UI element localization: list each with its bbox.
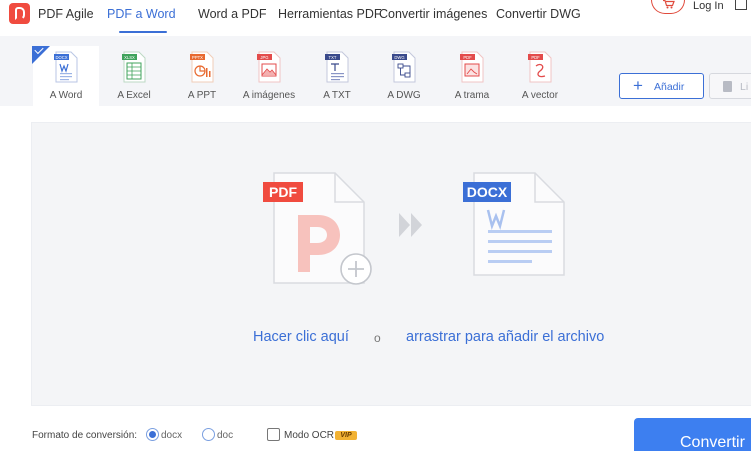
tool-a-dwg[interactable]: DWG A DWG <box>371 46 437 106</box>
nav-pdf-a-word[interactable]: PDF a Word <box>107 7 176 21</box>
trash-icon <box>723 81 732 92</box>
format-doc-label[interactable]: doc <box>217 430 233 441</box>
tool-a-ppt[interactable]: PPTX A PPT <box>169 46 235 106</box>
tool-label: A DWG <box>387 90 421 101</box>
click-to-add-link[interactable]: Hacer clic aquí <box>253 329 349 345</box>
nav-herramientas-pdf[interactable]: Herramientas PDF <box>278 7 382 21</box>
ocr-mode-label[interactable]: Modo OCR <box>284 430 334 441</box>
jpg-file-icon: JPG <box>257 51 281 83</box>
or-separator: o <box>374 331 381 345</box>
tool-label: A trama <box>454 90 490 101</box>
vector-file-icon: PDF <box>528 51 552 83</box>
plus-icon: + <box>633 76 643 95</box>
tool-label: A TXT <box>323 90 351 101</box>
tool-label: A PPT <box>187 90 217 101</box>
vip-badge: VIP <box>335 431 357 440</box>
nav-convertir-imagenes[interactable]: Convertir imágenes <box>379 7 487 21</box>
tool-badge: DWG <box>394 55 404 60</box>
format-doc-radio[interactable] <box>202 428 215 441</box>
tool-badge: DOCX <box>55 55 67 60</box>
clear-list-label: Li <box>740 81 749 93</box>
tool-a-trama[interactable]: PDF A trama <box>439 46 505 106</box>
target-format-badge: DOCX <box>467 184 508 200</box>
cart-icon <box>663 0 675 9</box>
pdf-document-icon: PDF <box>263 172 372 285</box>
tool-badge: PPTX <box>192 55 203 60</box>
tool-a-imagenes[interactable]: JPG A imágenes <box>236 46 302 106</box>
conversion-format-label: Formato de conversión: <box>32 430 138 441</box>
xlsx-file-icon: XLSX <box>122 51 146 83</box>
tool-label: A imágenes <box>242 90 296 101</box>
conversion-tools-bar: DOCX A Word XLSX A Excel PPTX A PPT JPG … <box>0 36 751 106</box>
add-file-label: Añadir <box>654 81 685 93</box>
drag-to-add-text[interactable]: arrastrar para añadir el archivo <box>406 329 604 345</box>
nav-active-underline <box>119 31 167 33</box>
app-logo-icon[interactable] <box>9 3 30 24</box>
convert-label: Convertir <box>680 434 745 451</box>
dwg-file-icon: DWG <box>392 51 416 83</box>
tool-label: A Word <box>49 90 83 101</box>
tool-badge: PDF <box>463 55 472 60</box>
top-nav: PDF Agile PDF a Word Word a PDF Herramie… <box>0 0 751 34</box>
tool-badge: PDF <box>531 55 540 60</box>
raster-file-icon: PDF <box>460 51 484 83</box>
format-docx-radio[interactable] <box>146 428 159 441</box>
tool-label: A Excel <box>117 90 151 101</box>
convert-button[interactable]: Convertir <box>634 418 751 451</box>
tool-a-vector[interactable]: PDF A vector <box>507 46 573 106</box>
message-icon[interactable] <box>735 0 747 10</box>
tool-badge: JPG <box>260 55 268 60</box>
tool-badge: TXT <box>329 55 337 60</box>
ocr-mode-checkbox[interactable] <box>267 428 280 441</box>
nav-pdf-agile[interactable]: PDF Agile <box>38 7 94 21</box>
pptx-file-icon: PPTX <box>190 51 214 83</box>
arrow-right-icon <box>399 213 422 237</box>
nav-convertir-dwg[interactable]: Convertir DWG <box>496 7 581 21</box>
docx-document-icon: DOCX <box>463 172 565 276</box>
clear-list-button[interactable]: Li <box>709 73 751 99</box>
cart-button[interactable] <box>651 0 685 14</box>
add-file-button[interactable]: + Añadir <box>619 73 704 99</box>
tool-label: A vector <box>521 90 559 101</box>
login-link[interactable]: Log In <box>693 0 724 12</box>
format-docx-label[interactable]: docx <box>161 430 182 441</box>
source-format-badge: PDF <box>269 184 297 200</box>
tool-a-txt[interactable]: TXT A TXT <box>304 46 370 106</box>
tool-a-excel[interactable]: XLSX A Excel <box>101 46 167 106</box>
file-drop-zone[interactable]: PDF DOCX Hacer clic aquí o arrastrar par… <box>31 122 751 406</box>
txt-file-icon: TXT <box>325 51 349 83</box>
tool-badge: XLSX <box>124 55 135 60</box>
docx-file-icon: DOCX <box>54 51 78 83</box>
nav-word-a-pdf[interactable]: Word a PDF <box>198 7 267 21</box>
pdf-to-docx-illustration: PDF DOCX <box>263 172 565 285</box>
